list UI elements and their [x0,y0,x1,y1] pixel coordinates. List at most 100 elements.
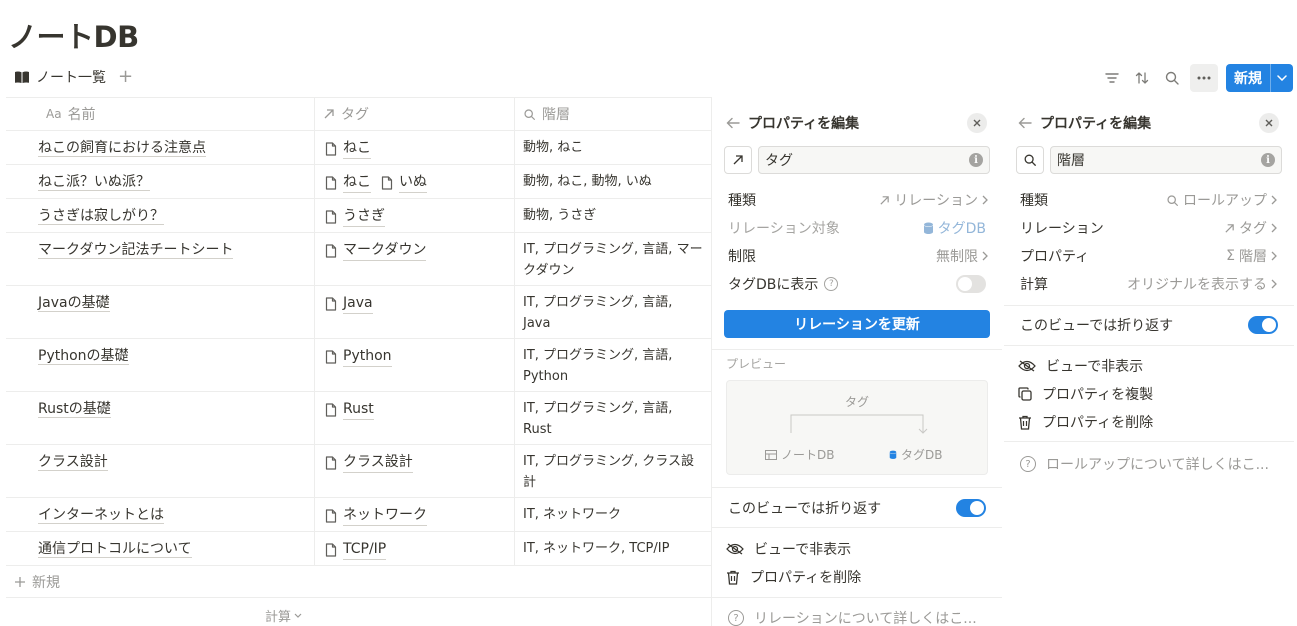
rollup-calculate-row[interactable]: 計算 オリジナルを表示する [1020,270,1277,298]
new-button[interactable]: 新規 [1226,64,1293,92]
back-arrow-icon[interactable] [726,117,740,129]
tag-cell[interactable]: TCP/IP [315,532,515,565]
tag-cell[interactable]: クラス設計 [315,445,515,497]
tag-chip-label: うさぎ [343,206,385,227]
calculate-button[interactable]: 計算 [265,606,302,625]
tag-chip[interactable]: ねこ [325,138,371,159]
table-row[interactable]: Rustの基礎 Rust IT, プログラミング, 言語, Rust [6,392,711,445]
new-button-label: 新規 [1234,71,1262,87]
back-arrow-icon[interactable] [1018,117,1032,129]
delete-property-button[interactable]: プロパティを削除 [726,563,861,591]
name-cell[interactable]: ねこ派？いぬ派？ [6,165,315,198]
tag-cell[interactable]: ネットワーク [315,498,515,531]
tag-chip[interactable]: TCP/IP [325,539,387,560]
panel-header: プロパティを編集 [726,113,859,133]
table-row[interactable]: 通信プロトコルについて TCP/IP IT, ネットワーク, TCP/IP [6,532,711,566]
wrap-toggle[interactable] [1248,316,1278,334]
table-row[interactable]: うさぎは寂しがり？ うさぎ 動物, うさぎ [6,199,711,233]
hide-in-view-button[interactable]: ビューで非表示 [726,535,851,563]
relation-target-value: タグDB [937,221,986,237]
level-cell: IT, ネットワーク [523,507,622,522]
name-cell[interactable]: Pythonの基礎 [6,339,315,391]
name-cell[interactable]: Rustの基礎 [6,392,315,444]
name-cell[interactable]: ねこの飼育における注意点 [6,131,315,164]
tag-cell[interactable]: Python [315,339,515,391]
tag-chip[interactable]: いぬ [381,172,427,193]
learn-more-link[interactable]: ? ロールアップについて詳しくはこ... [1020,454,1269,474]
new-row-button[interactable]: 新規 [6,566,711,598]
table-row[interactable]: Javaの基礎 Java IT, プログラミング, 言語, Java [6,286,711,339]
property-type-row[interactable]: 種類 リレーション [728,186,988,214]
table-row[interactable]: Pythonの基礎 Python IT, プログラミング, 言語, Python [6,339,711,392]
property-name-input[interactable]: 階層 i [1050,146,1282,174]
tag-chip[interactable]: ネットワーク [325,505,427,526]
property-icon-button[interactable] [1016,146,1044,174]
info-icon[interactable]: i [1261,153,1275,167]
view-tab-note-list[interactable]: ノート一覧 [14,67,106,87]
table-row[interactable]: クラス設計 クラス設計 IT, プログラミング, クラス設計 [6,445,711,498]
table-row[interactable]: インターネットとは ネットワーク IT, ネットワーク [6,498,711,532]
learn-more-link[interactable]: ? リレーションについて詳しくはこ... [728,608,977,626]
more-button[interactable] [1190,64,1218,92]
tag-chip[interactable]: Java [325,293,373,314]
name-cell[interactable]: マークダウン記法チートシート [6,233,315,285]
plus-icon [15,576,25,587]
divider [712,597,1002,598]
tag-cell[interactable]: マークダウン [315,233,515,285]
tag-chip[interactable]: ねこ [325,172,371,193]
page-icon [325,402,337,417]
duplicate-property-button[interactable]: プロパティを複製 [1018,380,1153,408]
name-cell[interactable]: クラス設計 [6,445,315,497]
wrap-toggle[interactable] [956,499,986,517]
relation-preview: タグ ノートDB タグDB [726,380,988,475]
limit-row[interactable]: 制限 無制限 [728,242,988,270]
new-dropdown-button[interactable] [1270,64,1293,92]
rollup-property-value: 階層 [1239,249,1267,265]
name-cell[interactable]: インターネットとは [6,498,315,531]
search-button[interactable] [1158,64,1186,92]
rollup-relation-value: タグ [1239,221,1267,237]
name-cell[interactable]: Javaの基礎 [6,286,315,338]
hide-in-view-button[interactable]: ビューで非表示 [1018,352,1143,380]
property-icon-button[interactable] [724,146,752,174]
rollup-relation-row[interactable]: リレーション タグ [1020,214,1277,242]
column-header-level[interactable]: 階層 [515,98,711,130]
table-row[interactable]: マークダウン記法チートシート マークダウン IT, プログラミング, 言語, マーク… [6,233,711,286]
info-icon[interactable]: i [969,153,983,167]
filter-button[interactable] [1098,64,1126,92]
tag-cell[interactable]: Java [315,286,515,338]
table-row[interactable]: ねこの飼育における注意点 ねこ 動物, ねこ [6,131,711,165]
rollup-property-row[interactable]: プロパティ Σ 階層 [1020,242,1277,270]
sort-button[interactable] [1128,64,1156,92]
tag-cell[interactable]: ねこ いぬ [315,165,515,198]
wrap-row: このビューでは折り返す [728,494,986,522]
help-icon[interactable]: ? [824,277,839,291]
close-button[interactable] [1259,113,1279,133]
tag-cell[interactable]: Rust [315,392,515,444]
tag-chip[interactable]: Rust [325,399,374,420]
table-row[interactable]: ねこ派？いぬ派？ ねこ いぬ 動物, ねこ, 動物, いぬ [6,165,711,199]
show-on-target-toggle[interactable] [956,275,986,293]
tag-chip[interactable]: クラス設計 [325,452,413,473]
property-type-row[interactable]: 種類 ロールアップ [1020,186,1277,214]
update-relation-button[interactable]: リレーションを更新 [724,310,990,338]
page-icon [325,243,337,258]
add-view-button[interactable]: + [118,68,133,86]
edit-property-panel-rollup: プロパティを編集 階層 i 種類 ロールアップ リレーション タグ プロパティ … [1004,97,1297,626]
name-cell[interactable]: うさぎは寂しがり？ [6,199,315,232]
duplicate-property-label: プロパティを複製 [1042,387,1154,403]
tag-chip[interactable]: Python [325,346,392,367]
limit-value: 無制限 [936,249,978,265]
chevron-right-icon [1271,279,1277,289]
column-header-name[interactable]: Aa 名前 [6,98,315,130]
delete-property-button[interactable]: プロパティを削除 [1018,408,1153,436]
name-cell[interactable]: 通信プロトコルについて [6,532,315,565]
tag-chip[interactable]: マークダウン [325,240,427,261]
tag-cell[interactable]: ねこ [315,131,515,164]
search-icon [524,108,535,120]
property-name-input[interactable]: タグ i [758,146,990,174]
tag-cell[interactable]: うさぎ [315,199,515,232]
column-header-tag[interactable]: タグ [315,98,515,130]
close-button[interactable] [967,113,987,133]
tag-chip[interactable]: うさぎ [325,206,385,227]
